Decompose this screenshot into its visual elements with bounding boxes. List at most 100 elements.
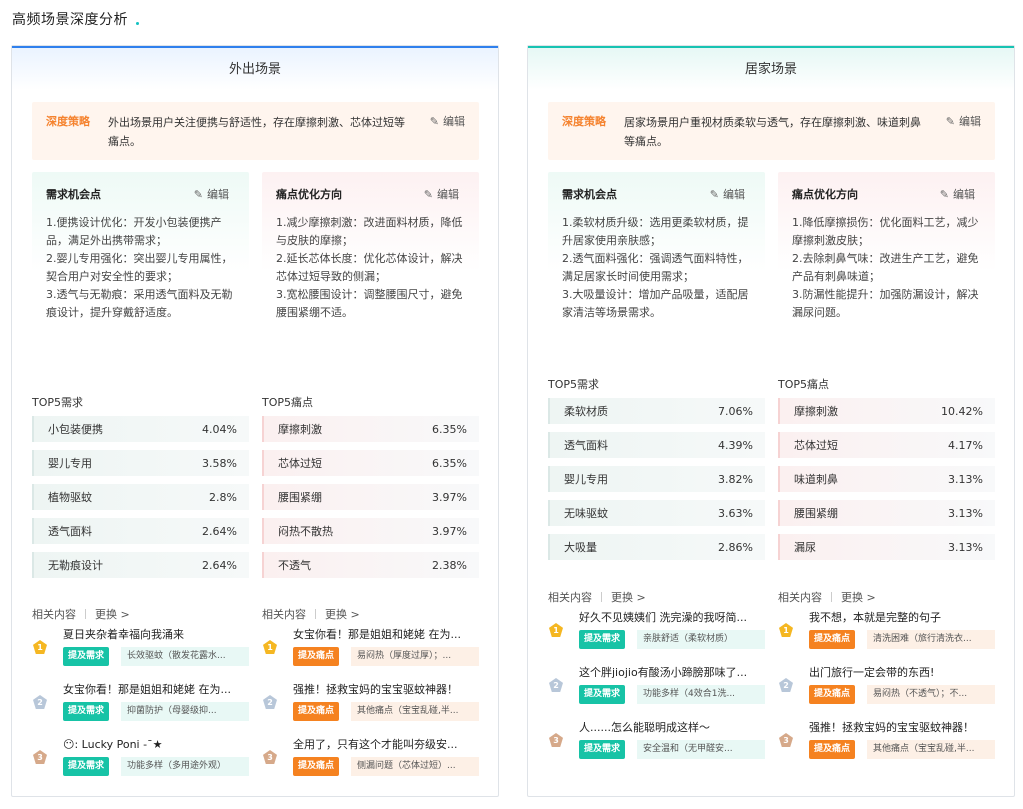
rank-row: 大吸量 2.86% (548, 534, 765, 560)
related-pain-header: 相关内容 更换 > (778, 589, 876, 605)
rank-name: 柔软材质 (564, 405, 608, 418)
refresh-button[interactable]: 更换 > (325, 606, 360, 622)
related-item-title[interactable]: 强推！拯救宝妈的宝宝驱蚊神器！ (809, 720, 995, 736)
rank-name: 闷热不散热 (278, 525, 333, 538)
rank-medal-icon: 2 (33, 695, 47, 709)
related-pain-list: 1 我不想，本就是完整的句子 提及痛点 清洗困难（旅行清洗衣... 2 出门旅行… (778, 610, 995, 775)
related-item[interactable]: 1 夏日夹杂着幸福向我涌来 提及需求 长效驱蚊（散发花露水... (32, 627, 249, 682)
top5-need-list: 小包装便携 4.04% 婴儿专用 3.58% 植物驱蚊 2.8% 透气面料 2.… (32, 416, 249, 586)
edit-need-button[interactable]: ✎ 编辑 (710, 186, 745, 202)
related-item-title[interactable]: 我不想，本就是完整的句子 (809, 610, 995, 626)
rank-row: 透气面料 4.39% (548, 432, 765, 458)
related-item[interactable]: 3 人......怎么能聪明成这样～ 提及需求 安全温和（无甲醛安... (548, 720, 765, 775)
related-need-list: 1 夏日夹杂着幸福向我涌来 提及需求 长效驱蚊（散发花露水... 2 女宝你看！… (32, 627, 249, 792)
rank-name: 腰围紧绷 (278, 491, 322, 504)
related-item-title[interactable]: 女宝你看！那是姐姐和姥姥 在为... (63, 682, 249, 698)
related-item-tag: 提及需求 (63, 702, 110, 721)
rank-row: 小包装便携 4.04% (32, 416, 249, 442)
related-item[interactable]: 1 女宝你看！那是姐姐和姥姥 在为... 提及痛点 易闷热（厚度过厚）；... (262, 627, 479, 682)
rank-row: 腰围紧绷 3.97% (262, 484, 479, 510)
strategy-label: 深度策略 (562, 115, 606, 128)
related-item-title[interactable]: 好久不见姨姨们 洗完澡的我呀简... (579, 610, 765, 626)
need-opportunity-box: 需求机会点 ✎ 编辑 1.便携设计优化：开发小包装便携产品，满足外出携带需求； 2… (32, 172, 249, 354)
pencil-icon: ✎ (945, 114, 955, 128)
refresh-button[interactable]: 更换 > (95, 606, 130, 622)
pain-title: 痛点优化方向 (276, 188, 342, 201)
rank-pct: 3.13% (948, 540, 983, 554)
rank-pct: 6.35% (432, 456, 467, 470)
need-opportunity-box: 需求机会点 ✎ 编辑 1.柔软材质升级：选用更柔软材质，提升居家使用亲肤感； 2.… (548, 172, 765, 354)
rank-name: 摩擦刺激 (794, 405, 838, 418)
rank-name: 摩擦刺激 (278, 423, 322, 436)
rank-name: 大吸量 (564, 541, 597, 554)
scene-card: 外出场景 深度策略 外出场景用户关注便携与舒适性，存在摩擦刺激、芯体过短等痛点。… (11, 45, 499, 797)
rank-row: 味道刺鼻 3.13% (778, 466, 995, 492)
related-item-desc: 抑菌防护（母婴级抑... (121, 702, 249, 721)
related-item-title[interactable]: 人......怎么能聪明成这样～ (579, 720, 765, 736)
divider (831, 592, 832, 602)
pencil-icon: ✎ (709, 187, 719, 201)
pain-direction-box: 痛点优化方向 ✎ 编辑 1.降低摩擦损伤：优化面料工艺，减少摩擦刺激皮肤； 2.去… (778, 172, 995, 354)
pain-body: 1.降低摩擦损伤：优化面料工艺，减少摩擦刺激皮肤； 2.去除刺鼻气味：改进生产工… (792, 216, 979, 319)
refresh-button[interactable]: 更换 > (841, 589, 876, 605)
edit-pain-button[interactable]: ✎ 编辑 (940, 186, 975, 202)
edit-need-button[interactable]: ✎ 编辑 (194, 186, 229, 202)
rank-row: 无勒痕设计 2.64% (32, 552, 249, 578)
rank-row: 婴儿专用 3.58% (32, 450, 249, 476)
top5-pain-list: 摩擦刺激 10.42% 芯体过短 4.17% 味道刺鼻 3.13% 腰围紧绷 3… (778, 398, 995, 568)
related-item[interactable]: 2 强推！拯救宝妈的宝宝驱蚊神器！ 提及痛点 其他痛点（宝宝乱碰,半... (262, 682, 479, 737)
related-item-desc: 其他痛点（宝宝乱碰,半... (351, 702, 479, 721)
related-item-tag: 提及需求 (579, 630, 626, 649)
rank-row: 闷热不散热 3.97% (262, 518, 479, 544)
rank-name: 无勒痕设计 (48, 559, 103, 572)
related-item[interactable]: 2 出门旅行一定会带的东西! 提及痛点 易闷热（不透气）；不... (778, 665, 995, 720)
related-item-title[interactable]: 出门旅行一定会带的东西! (809, 665, 995, 681)
related-label: 相关内容 (548, 591, 592, 604)
related-label: 相关内容 (778, 591, 822, 604)
rank-row: 摩擦刺激 6.35% (262, 416, 479, 442)
related-item-title[interactable]: 这个胖jiojio有酸汤小蹄膀那味了... (579, 665, 765, 681)
title-dot (136, 21, 139, 25)
pencil-icon: ✎ (193, 187, 203, 201)
related-need-header: 相关内容 更换 > (32, 606, 130, 622)
pencil-icon: ✎ (939, 187, 949, 201)
related-item[interactable]: 2 这个胖jiojio有酸汤小蹄膀那味了... 提及需求 功能多样（4效合1洗.… (548, 665, 765, 720)
rank-row: 芯体过短 4.17% (778, 432, 995, 458)
related-item-desc: 侧漏问题（芯体过短）... (351, 757, 479, 776)
edit-strategy-button[interactable]: ✎ 编辑 (946, 113, 981, 129)
scene-title: 外出场景 (12, 46, 498, 90)
scene-title: 居家场景 (528, 46, 1014, 90)
related-item-title[interactable]: 全用了，只有这个才能叫夯级安... (293, 737, 479, 753)
edit-strategy-button[interactable]: ✎ 编辑 (430, 113, 465, 129)
rank-medal-icon: 1 (779, 623, 793, 637)
rank-pct: 2.64% (202, 558, 237, 572)
pain-body: 1.减少摩擦刺激：改进面料材质，降低与皮肤的摩擦； 2.延长芯体长度：优化芯体设… (276, 216, 463, 319)
rank-name: 不透气 (278, 559, 311, 572)
related-item-title[interactable]: 女宝你看！那是姐姐和姥姥 在为... (293, 627, 479, 643)
related-item[interactable]: 3 全用了，只有这个才能叫夯级安... 提及痛点 侧漏问题（芯体过短）... (262, 737, 479, 792)
strategy-box: 深度策略 外出场景用户关注便携与舒适性，存在摩擦刺激、芯体过短等痛点。 ✎ 编辑 (32, 102, 479, 160)
related-item-tag: 提及需求 (63, 647, 110, 666)
related-item[interactable]: 2 女宝你看！那是姐姐和姥姥 在为... 提及需求 抑菌防护（母婴级抑... (32, 682, 249, 737)
related-item-desc: 易闷热（厚度过厚）；... (351, 647, 479, 666)
page-title: 高频场景深度分析 (12, 9, 139, 29)
rank-row: 婴儿专用 3.82% (548, 466, 765, 492)
edit-pain-button[interactable]: ✎ 编辑 (424, 186, 459, 202)
related-item-desc: 亲肤舒适（柔软材质） (637, 630, 765, 649)
related-item[interactable]: 1 好久不见姨姨们 洗完澡的我呀简... 提及需求 亲肤舒适（柔软材质） (548, 610, 765, 665)
related-item-tag: 提及需求 (63, 757, 110, 776)
refresh-button[interactable]: 更换 > (611, 589, 646, 605)
related-item[interactable]: 1 我不想，本就是完整的句子 提及痛点 清洗困难（旅行清洗衣... (778, 610, 995, 665)
related-item-title[interactable]: 😶: Lucky Poni -ˉ★ (63, 737, 249, 753)
rank-pct: 2.86% (718, 540, 753, 554)
related-item-title[interactable]: 强推！拯救宝妈的宝宝驱蚊神器！ (293, 682, 479, 698)
strategy-text: 居家场景用户重视材质柔软与透气，存在摩擦刺激、味道刺鼻等痛点。 (624, 116, 921, 148)
rank-medal-icon: 3 (33, 750, 47, 764)
rank-pct: 3.63% (718, 506, 753, 520)
related-item-tag: 提及需求 (579, 740, 626, 759)
rank-pct: 4.04% (202, 422, 237, 436)
related-item[interactable]: 3 😶: Lucky Poni -ˉ★ 提及需求 功能多样（多用途外观） (32, 737, 249, 792)
related-item[interactable]: 3 强推！拯救宝妈的宝宝驱蚊神器！ 提及痛点 其他痛点（宝宝乱碰,半... (778, 720, 995, 775)
rank-row: 不透气 2.38% (262, 552, 479, 578)
related-item-title[interactable]: 夏日夹杂着幸福向我涌来 (63, 627, 249, 643)
